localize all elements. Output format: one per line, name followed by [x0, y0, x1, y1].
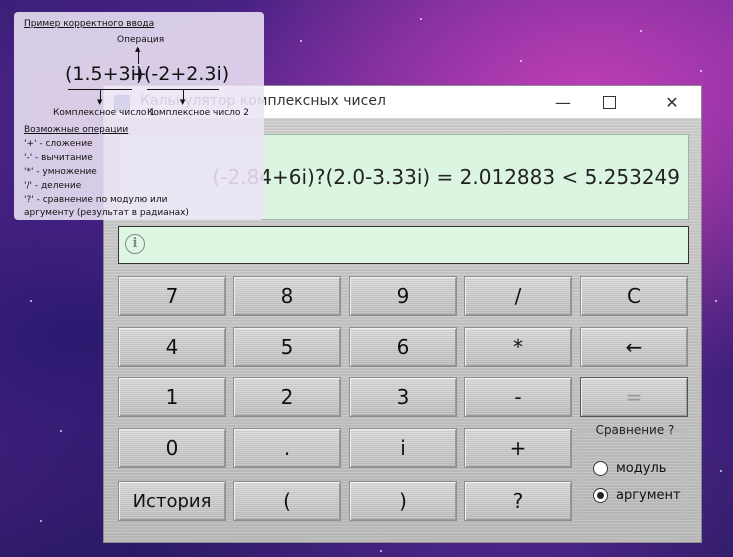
compare-mode-title: Сравнение ?: [595, 423, 675, 437]
key-0-button[interactable]: 0: [118, 428, 226, 468]
help-heading: Пример корректного ввода: [24, 19, 155, 29]
info-icon: i: [125, 234, 145, 254]
number-2-label: Комплексное число 2: [147, 108, 249, 118]
operation-item: '-' - вычитание: [24, 153, 93, 163]
example-number-2: (-2+2.3i): [144, 63, 230, 85]
operation-item: аргументу (результат в радианах): [24, 208, 189, 218]
modulus-radio[interactable]: [593, 461, 608, 476]
arrow-down-icon: ▼: [97, 98, 103, 106]
key-7-button[interactable]: 7: [118, 276, 226, 316]
compare-argument-option[interactable]: аргумент: [593, 488, 681, 503]
imaginary-unit-button[interactable]: i: [349, 428, 457, 468]
clear-button[interactable]: C: [580, 276, 688, 316]
argument-label: аргумент: [616, 488, 681, 503]
arrow-up-icon: ▲: [135, 45, 141, 53]
maximize-button[interactable]: [586, 86, 632, 118]
modulus-label: модуль: [616, 461, 667, 476]
key-8-button[interactable]: 8: [233, 276, 341, 316]
history-button[interactable]: История: [118, 481, 226, 521]
key-2-button[interactable]: 2: [233, 377, 341, 417]
key-4-button[interactable]: 4: [118, 327, 226, 367]
decimal-point-button[interactable]: .: [233, 428, 341, 468]
expression-text: (-2.84+6i)?(2.0-3.33i) = 2.012883 < 5.25…: [212, 165, 680, 189]
add-button[interactable]: +: [464, 428, 572, 468]
operation-item: '?' - сравнение по модулю или: [24, 195, 168, 205]
subtract-button[interactable]: -: [464, 377, 572, 417]
key-9-button[interactable]: 9: [349, 276, 457, 316]
argument-radio[interactable]: [593, 488, 608, 503]
divide-button[interactable]: /: [464, 276, 572, 316]
equals-button[interactable]: =: [580, 377, 688, 417]
operation-item: '+' - сложение: [24, 139, 93, 149]
backspace-button[interactable]: ←: [580, 327, 688, 367]
input-help-overlay: Пример корректного ввода Операция ▲ (1.5…: [14, 12, 264, 220]
open-paren-button[interactable]: (: [233, 481, 341, 521]
maximize-icon: [602, 95, 616, 109]
compare-modulus-option[interactable]: модуль: [593, 461, 666, 476]
minimize-button[interactable]: —: [540, 86, 586, 118]
number-1-label: Комплексное число 1: [53, 108, 155, 118]
compare-mode-group: Сравнение ? модуль аргумент: [580, 423, 688, 518]
close-button[interactable]: ✕: [649, 86, 695, 118]
key-5-button[interactable]: 5: [233, 327, 341, 367]
close-paren-button[interactable]: ): [349, 481, 457, 521]
operation-item: '/' - деление: [24, 181, 82, 191]
operation-label: Операция: [117, 35, 165, 45]
operations-heading: Возможные операции: [24, 125, 129, 135]
key-3-button[interactable]: 3: [349, 377, 457, 417]
operation-item: '*' - умножение: [24, 167, 97, 177]
arrow-down-icon: ▼: [180, 98, 186, 106]
compare-button[interactable]: ?: [464, 481, 572, 521]
key-1-button[interactable]: 1: [118, 377, 226, 417]
multiply-button[interactable]: *: [464, 327, 572, 367]
key-6-button[interactable]: 6: [349, 327, 457, 367]
info-field: i: [118, 226, 689, 264]
